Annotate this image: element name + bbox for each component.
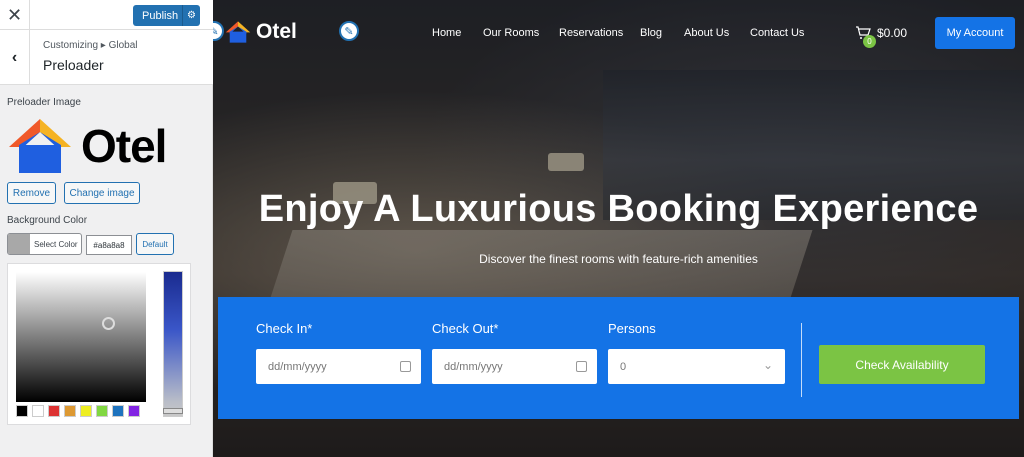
palette-swatch-red[interactable] xyxy=(48,405,60,417)
palette-swatch-black[interactable] xyxy=(16,405,28,417)
check-availability-button[interactable]: Check Availability xyxy=(819,345,985,384)
check-out-field[interactable]: dd/mm/yyyy xyxy=(432,349,597,384)
color-picker xyxy=(7,263,191,425)
nav-about-us[interactable]: About Us xyxy=(684,27,729,39)
publish-button[interactable]: Publish ⚙ xyxy=(133,5,200,26)
edit-shortcut-pencil-icon[interactable]: ✎ xyxy=(339,21,359,41)
check-out-label: Check Out* xyxy=(432,321,499,336)
hue-slider[interactable] xyxy=(163,271,183,417)
hero-title: Enjoy A Luxurious Booking Experience xyxy=(258,188,979,230)
cart-count-badge: 0 xyxy=(863,35,876,48)
cart-total: $0.00 xyxy=(877,26,908,40)
select-color-label: Select Color xyxy=(34,239,78,249)
palette-swatch-blue[interactable] xyxy=(112,405,124,417)
calendar-icon[interactable] xyxy=(576,361,587,372)
select-color-button[interactable]: Select Color xyxy=(7,233,82,255)
current-color-swatch xyxy=(8,234,30,254)
close-icon[interactable]: ✕ xyxy=(0,0,30,30)
default-color-button[interactable]: Default xyxy=(136,233,174,255)
customizer-panel: ✕ Publish ⚙ ‹ Customizing ▸ Global Prelo… xyxy=(0,0,213,457)
otel-house-logo-icon xyxy=(225,21,251,43)
nav-contact-us[interactable]: Contact Us xyxy=(750,27,804,39)
palette-swatch-white[interactable] xyxy=(32,405,44,417)
color-picker-handle[interactable] xyxy=(102,317,115,330)
cart[interactable]: 0 $0.00 xyxy=(855,26,908,48)
chevron-down-icon: ⌄ xyxy=(762,358,773,372)
preloader-logo-text: Otel xyxy=(81,120,167,172)
section-title: Preloader xyxy=(43,57,104,73)
check-in-placeholder: dd/mm/yyyy xyxy=(268,360,327,373)
palette-swatch-orange[interactable] xyxy=(64,405,76,417)
persons-value: 0 xyxy=(620,360,627,373)
palette-swatch-green[interactable] xyxy=(96,405,108,417)
background-color-label: Background Color xyxy=(7,215,88,226)
nav-reservations[interactable]: Reservations xyxy=(559,27,623,39)
hero-subtitle: Discover the finest rooms with feature-r… xyxy=(479,252,758,266)
check-in-field[interactable]: dd/mm/yyyy xyxy=(256,349,421,384)
site-logo-text: Otel xyxy=(256,20,297,43)
divider xyxy=(801,323,802,397)
nav-blog[interactable]: Blog xyxy=(640,27,662,39)
hue-slider-handle[interactable] xyxy=(163,408,183,414)
remove-image-button[interactable]: Remove xyxy=(7,182,56,204)
site-preview: ✎ Otel ✎ Home Our Rooms Reservations Blo… xyxy=(213,0,1024,457)
check-in-label: Check In* xyxy=(256,321,313,336)
preloader-image-preview: Otel xyxy=(7,116,207,176)
persons-label: Persons xyxy=(608,321,656,336)
my-account-button[interactable]: My Account xyxy=(935,17,1015,49)
customizer-header: ✕ Publish ⚙ xyxy=(0,0,213,30)
breadcrumb: Customizing ▸ Global xyxy=(43,40,138,51)
publish-label: Publish xyxy=(142,9,179,22)
nav-our-rooms[interactable]: Our Rooms xyxy=(483,27,539,39)
nav-home[interactable]: Home xyxy=(432,27,461,39)
section-header: ‹ Customizing ▸ Global Preloader xyxy=(0,30,213,85)
otel-house-logo-icon xyxy=(9,119,71,173)
palette-swatch-yellow[interactable] xyxy=(80,405,92,417)
preloader-image-label: Preloader Image xyxy=(7,97,81,108)
saturation-area[interactable] xyxy=(16,272,146,402)
persons-select[interactable]: 0 ⌄ xyxy=(608,349,785,384)
back-arrow-icon[interactable]: ‹ xyxy=(0,30,30,85)
palette-swatch-purple[interactable] xyxy=(128,405,140,417)
gear-icon[interactable]: ⚙ xyxy=(182,5,200,26)
calendar-icon[interactable] xyxy=(400,361,411,372)
check-out-placeholder: dd/mm/yyyy xyxy=(444,360,503,373)
change-image-button[interactable]: Change image xyxy=(64,182,140,204)
booking-form: Check In* dd/mm/yyyy Check Out* dd/mm/yy… xyxy=(218,297,1019,419)
site-logo[interactable]: Otel xyxy=(225,20,297,44)
hex-color-input[interactable]: #a8a8a8 xyxy=(86,235,132,255)
